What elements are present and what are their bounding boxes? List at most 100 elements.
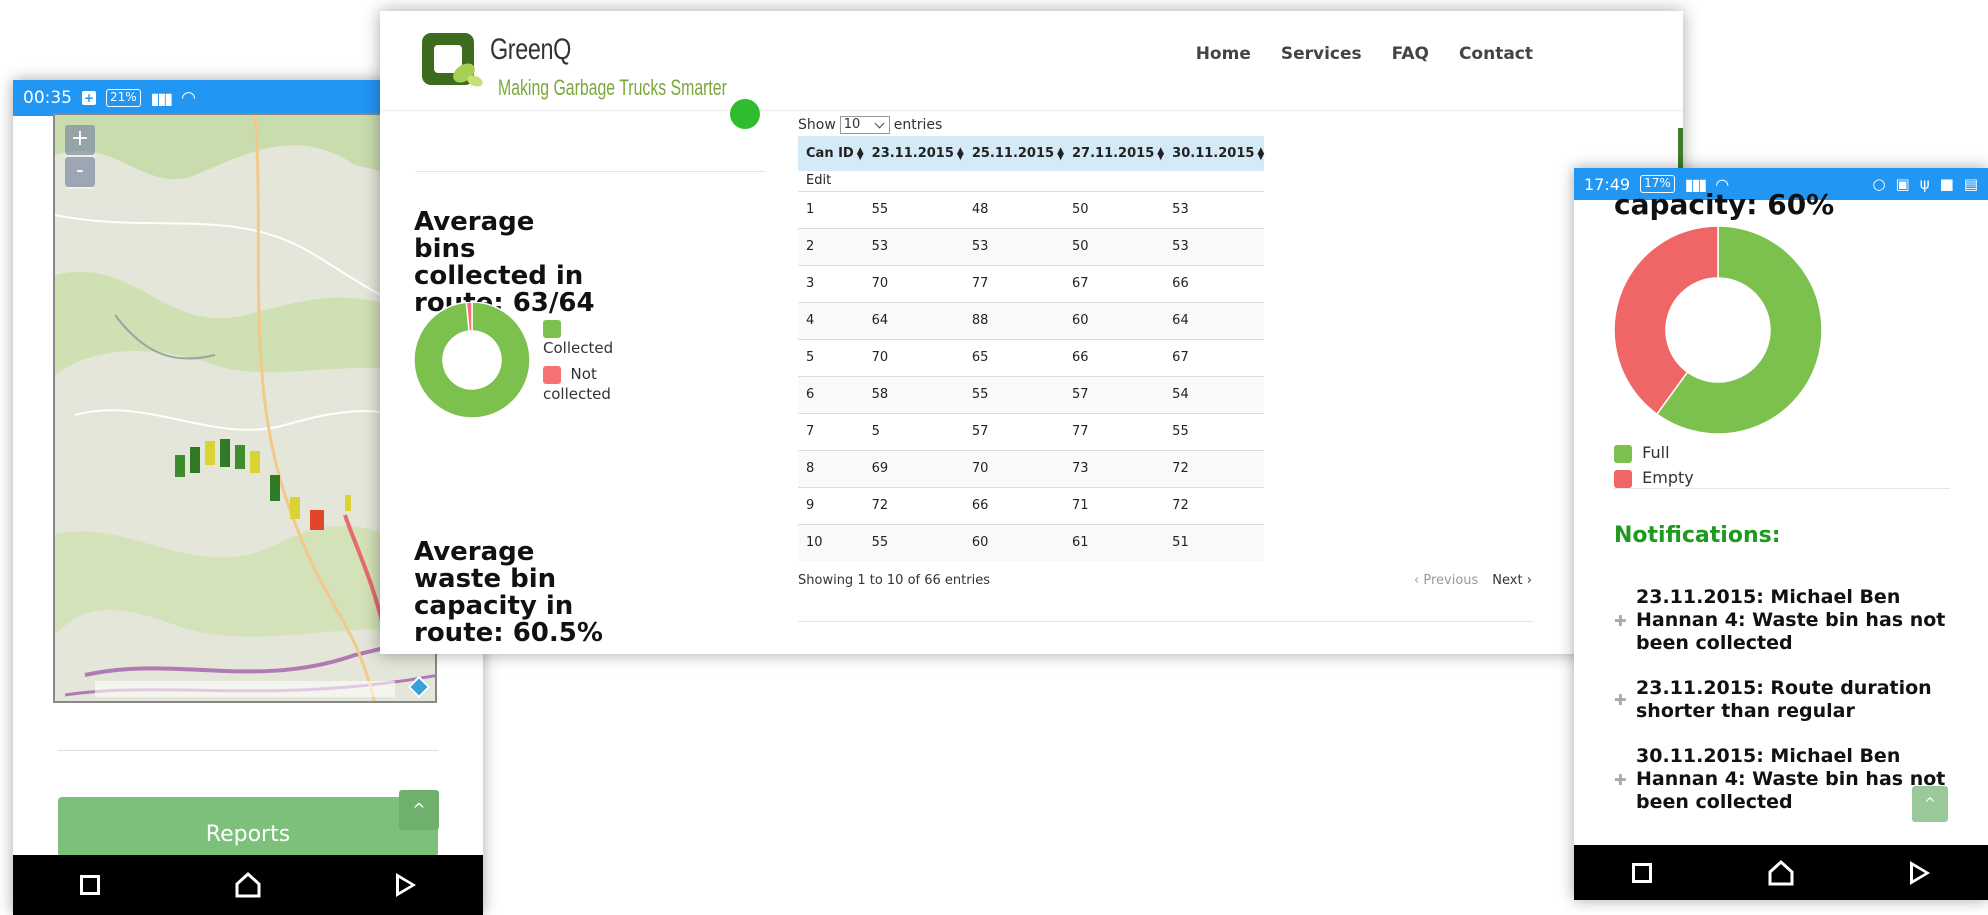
divider xyxy=(415,171,765,172)
wifi-icon: ◠ xyxy=(181,88,196,108)
table-row: 5 70 65 66 67 xyxy=(798,338,1265,376)
nav-faq[interactable]: FAQ xyxy=(1392,44,1429,64)
capacity-cell: 77 xyxy=(963,264,1064,302)
legend-swatch xyxy=(543,365,561,384)
legend-label: Collected xyxy=(543,339,614,357)
table-header-row: Can ID ▲ ▼ 23.11.2015 ▲ ▼ 25.11.2015 ▲ ▼ 27.11… xyxy=(798,136,1265,171)
capacity-cell: 50 xyxy=(1064,190,1165,228)
capacity-cell: 5 xyxy=(863,412,964,450)
column-header[interactable]: 30.11.2015 ▲ ▼ xyxy=(1164,136,1265,171)
expand-icon: ✚ xyxy=(1614,611,1627,630)
back-icon[interactable] xyxy=(1910,860,1931,885)
nav-services[interactable]: Services xyxy=(1281,44,1362,64)
notification-item[interactable]: ✚ 23.11.2015: Michael Ben Hannan 4: Wast… xyxy=(1614,586,1950,655)
legend-full: Full xyxy=(1614,440,1694,465)
capacity-title: capacity: 60% xyxy=(1614,188,1835,221)
capacity-cell: 55 xyxy=(1164,412,1265,450)
avg-bins-title: Average bins collected in route: 63/64 xyxy=(414,207,595,318)
can-id-cell: 9 xyxy=(798,486,864,524)
legend-swatch xyxy=(1614,444,1632,463)
capacity-donut xyxy=(1614,226,1822,434)
capacity-cell: 50 xyxy=(1064,227,1165,265)
notifications-title: Notifications: xyxy=(1614,523,1781,548)
capacity-cell: 88 xyxy=(963,301,1064,339)
divider xyxy=(58,750,438,751)
sort-icon: ▲ ▼ xyxy=(1157,145,1165,162)
zoom-out-button[interactable]: - xyxy=(65,157,95,187)
recent-apps-icon[interactable] xyxy=(1631,862,1652,883)
capacity-cell: 55 xyxy=(863,523,964,561)
map-zoom-controls: + - xyxy=(65,125,95,189)
capacity-cell: 54 xyxy=(1164,375,1265,413)
status-dot xyxy=(730,99,760,129)
capacity-cell: 66 xyxy=(963,486,1064,524)
notification-item[interactable]: ✚ 30.11.2015: Michael Ben Hannan 4: Wast… xyxy=(1614,745,1950,814)
capacity-cell: 72 xyxy=(1164,449,1265,487)
capacity-cell: 58 xyxy=(863,375,964,413)
entries-length-control: Show 10 entries xyxy=(798,116,942,134)
can-id-cell: 2 xyxy=(798,227,864,265)
home-icon[interactable] xyxy=(234,871,262,899)
logo-mark-icon xyxy=(420,29,484,93)
can-id-cell: 1 xyxy=(798,190,864,228)
nav-home[interactable]: Home xyxy=(1196,44,1251,64)
capacity-cell: 53 xyxy=(963,227,1064,265)
avg-capacity-title: Average waste bin capacity in route: 60.… xyxy=(414,537,603,648)
right-phone-screen: 17:49 17% ▮▮▮ ◠ ○ ▣ ψ ■ ▤ capacity: 60% … xyxy=(1574,168,1988,900)
column-header[interactable]: 23.11.2015 ▲ ▼ xyxy=(863,136,964,171)
table-row: 8 69 70 73 72 xyxy=(798,449,1265,487)
capacity-cell: 70 xyxy=(863,264,964,302)
expand-icon: ✚ xyxy=(1614,691,1627,709)
chevron-left-icon: ‹ xyxy=(1414,573,1420,588)
capacity-cell: 67 xyxy=(1064,264,1165,302)
legend-empty: Empty xyxy=(1614,465,1694,490)
table-info: Showing 1 to 10 of 66 entries xyxy=(798,573,990,588)
expand-icon: ✚ xyxy=(1614,770,1627,789)
notification-text: 23.11.2015: Route duration shorter than … xyxy=(1636,677,1932,722)
next-page-button[interactable]: Next › xyxy=(1492,573,1532,588)
notification-item[interactable]: ✚ 23.11.2015: Route duration shorter tha… xyxy=(1614,677,1950,723)
chevron-right-icon: › xyxy=(1526,573,1532,588)
calendar-icon: ▣ xyxy=(1895,175,1910,193)
facebook-icon: ■ xyxy=(1939,175,1954,193)
can-id-cell: 6 xyxy=(798,375,864,413)
scroll-to-top-button[interactable]: ^ xyxy=(1912,786,1948,822)
edit-link[interactable]: Edit xyxy=(798,171,1264,191)
reports-button[interactable]: Reports xyxy=(58,797,438,857)
capacity-cell: 60 xyxy=(963,523,1064,561)
column-header[interactable]: 27.11.2015 ▲ ▼ xyxy=(1064,136,1165,171)
bins-legend: Collected Not collected xyxy=(543,318,633,404)
nav-contact[interactable]: Contact xyxy=(1459,44,1533,64)
capacity-cell: 73 xyxy=(1064,449,1165,487)
previous-page-button[interactable]: ‹ Previous xyxy=(1414,573,1478,588)
column-header[interactable]: Can ID ▲ ▼ xyxy=(798,136,864,171)
table-row: 3 70 77 67 66 xyxy=(798,264,1265,302)
capacity-cell: 64 xyxy=(1164,301,1265,339)
capacity-cell: 57 xyxy=(963,412,1064,450)
charging-icon: + xyxy=(82,91,96,105)
recent-apps-icon[interactable] xyxy=(80,875,100,895)
back-icon[interactable] xyxy=(396,873,416,897)
android-nav-bar xyxy=(1574,845,1988,900)
capacity-cell: 66 xyxy=(1064,338,1165,376)
sort-icon: ▲ ▼ xyxy=(856,145,864,162)
legend-label: Empty xyxy=(1642,468,1694,487)
entries-select[interactable]: 10 xyxy=(839,116,890,134)
main-nav: Home Services FAQ Contact xyxy=(1196,44,1533,64)
pagination: ‹ Previous Next › xyxy=(1414,573,1532,588)
battery-level: 21% xyxy=(106,89,141,107)
bulb-icon: ○ xyxy=(1872,175,1886,193)
scroll-to-top-button[interactable]: ^ xyxy=(399,790,439,830)
logo-tagline: Making Garbage Trucks Smarter xyxy=(498,75,727,100)
capacity-cell: 72 xyxy=(1164,486,1265,524)
table-row: 6 58 55 57 54 xyxy=(798,375,1265,413)
capacity-cell: 70 xyxy=(863,338,964,376)
side-accent xyxy=(1678,128,1683,168)
bins-collected-donut xyxy=(414,302,530,418)
greenq-logo[interactable]: GreenQ Making Garbage Trucks Smarter xyxy=(420,29,727,100)
column-header[interactable]: 25.11.2015 ▲ ▼ xyxy=(963,136,1064,171)
capacity-cell: 72 xyxy=(863,486,964,524)
home-icon[interactable] xyxy=(1767,859,1795,887)
can-id-cell: 10 xyxy=(798,523,864,561)
zoom-in-button[interactable]: + xyxy=(65,125,95,155)
